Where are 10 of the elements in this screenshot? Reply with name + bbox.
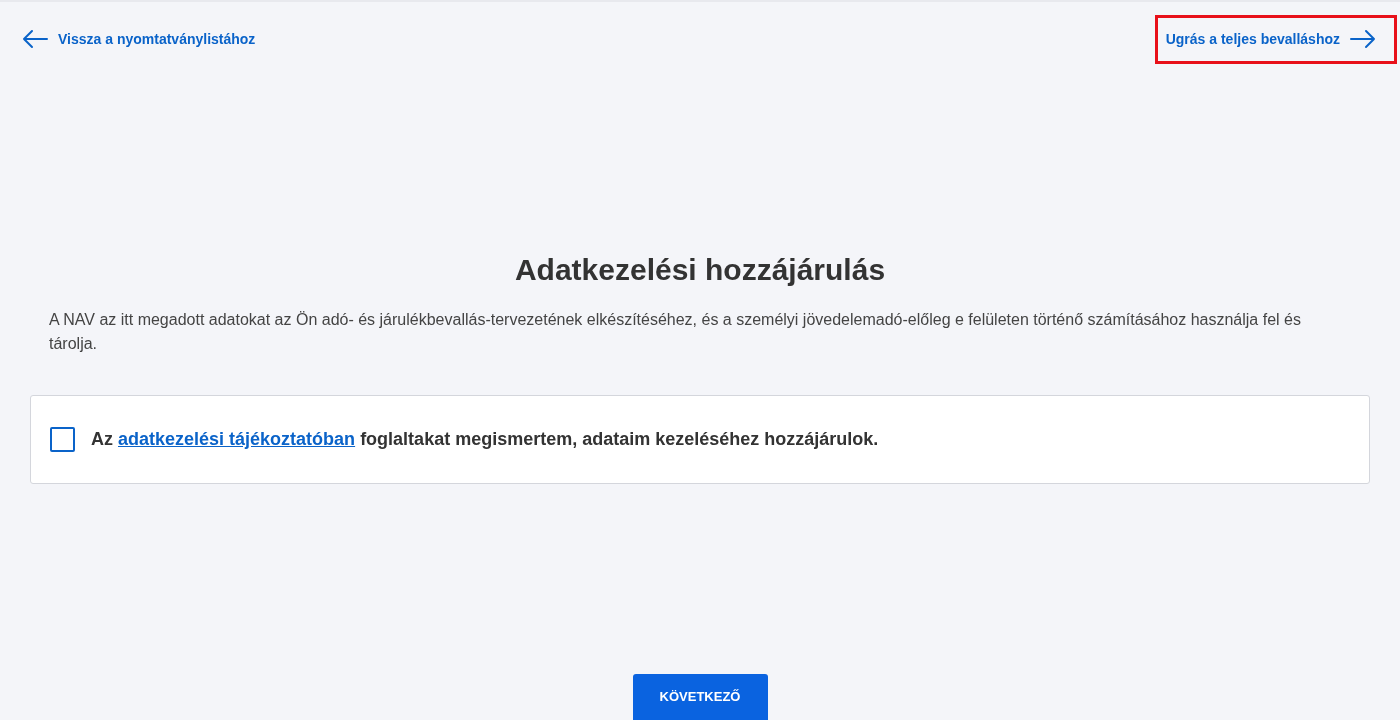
next-button[interactable]: KÖVETKEZŐ [632,674,768,720]
description-text: A NAV az itt megadott adatokat az Ön adó- és járulékbevallás-tervezetének elkészítéséhez, és a személyi jövedelemadó-előleg e felületen történő számításához használja fel és tárolja. [48,310,1302,354]
page-title: Adatkezelési hozzájárulás [514,252,886,288]
consent-label: Az adatkezelési tájékoztatóban foglaltakat megismertem, adataim kezeléséhez hozzájárulok. [91,428,879,451]
back-link[interactable]: Vissza a nyomtatványlistához [22,28,256,50]
forward-link[interactable]: Ugrás a teljes bevalláshoz [1165,28,1376,50]
arrow-right-icon [1350,29,1376,49]
arrow-left-icon [22,29,48,49]
consent-checkbox[interactable] [50,427,75,452]
privacy-notice-link[interactable]: adatkezelési tájékoztatóban [118,429,356,449]
